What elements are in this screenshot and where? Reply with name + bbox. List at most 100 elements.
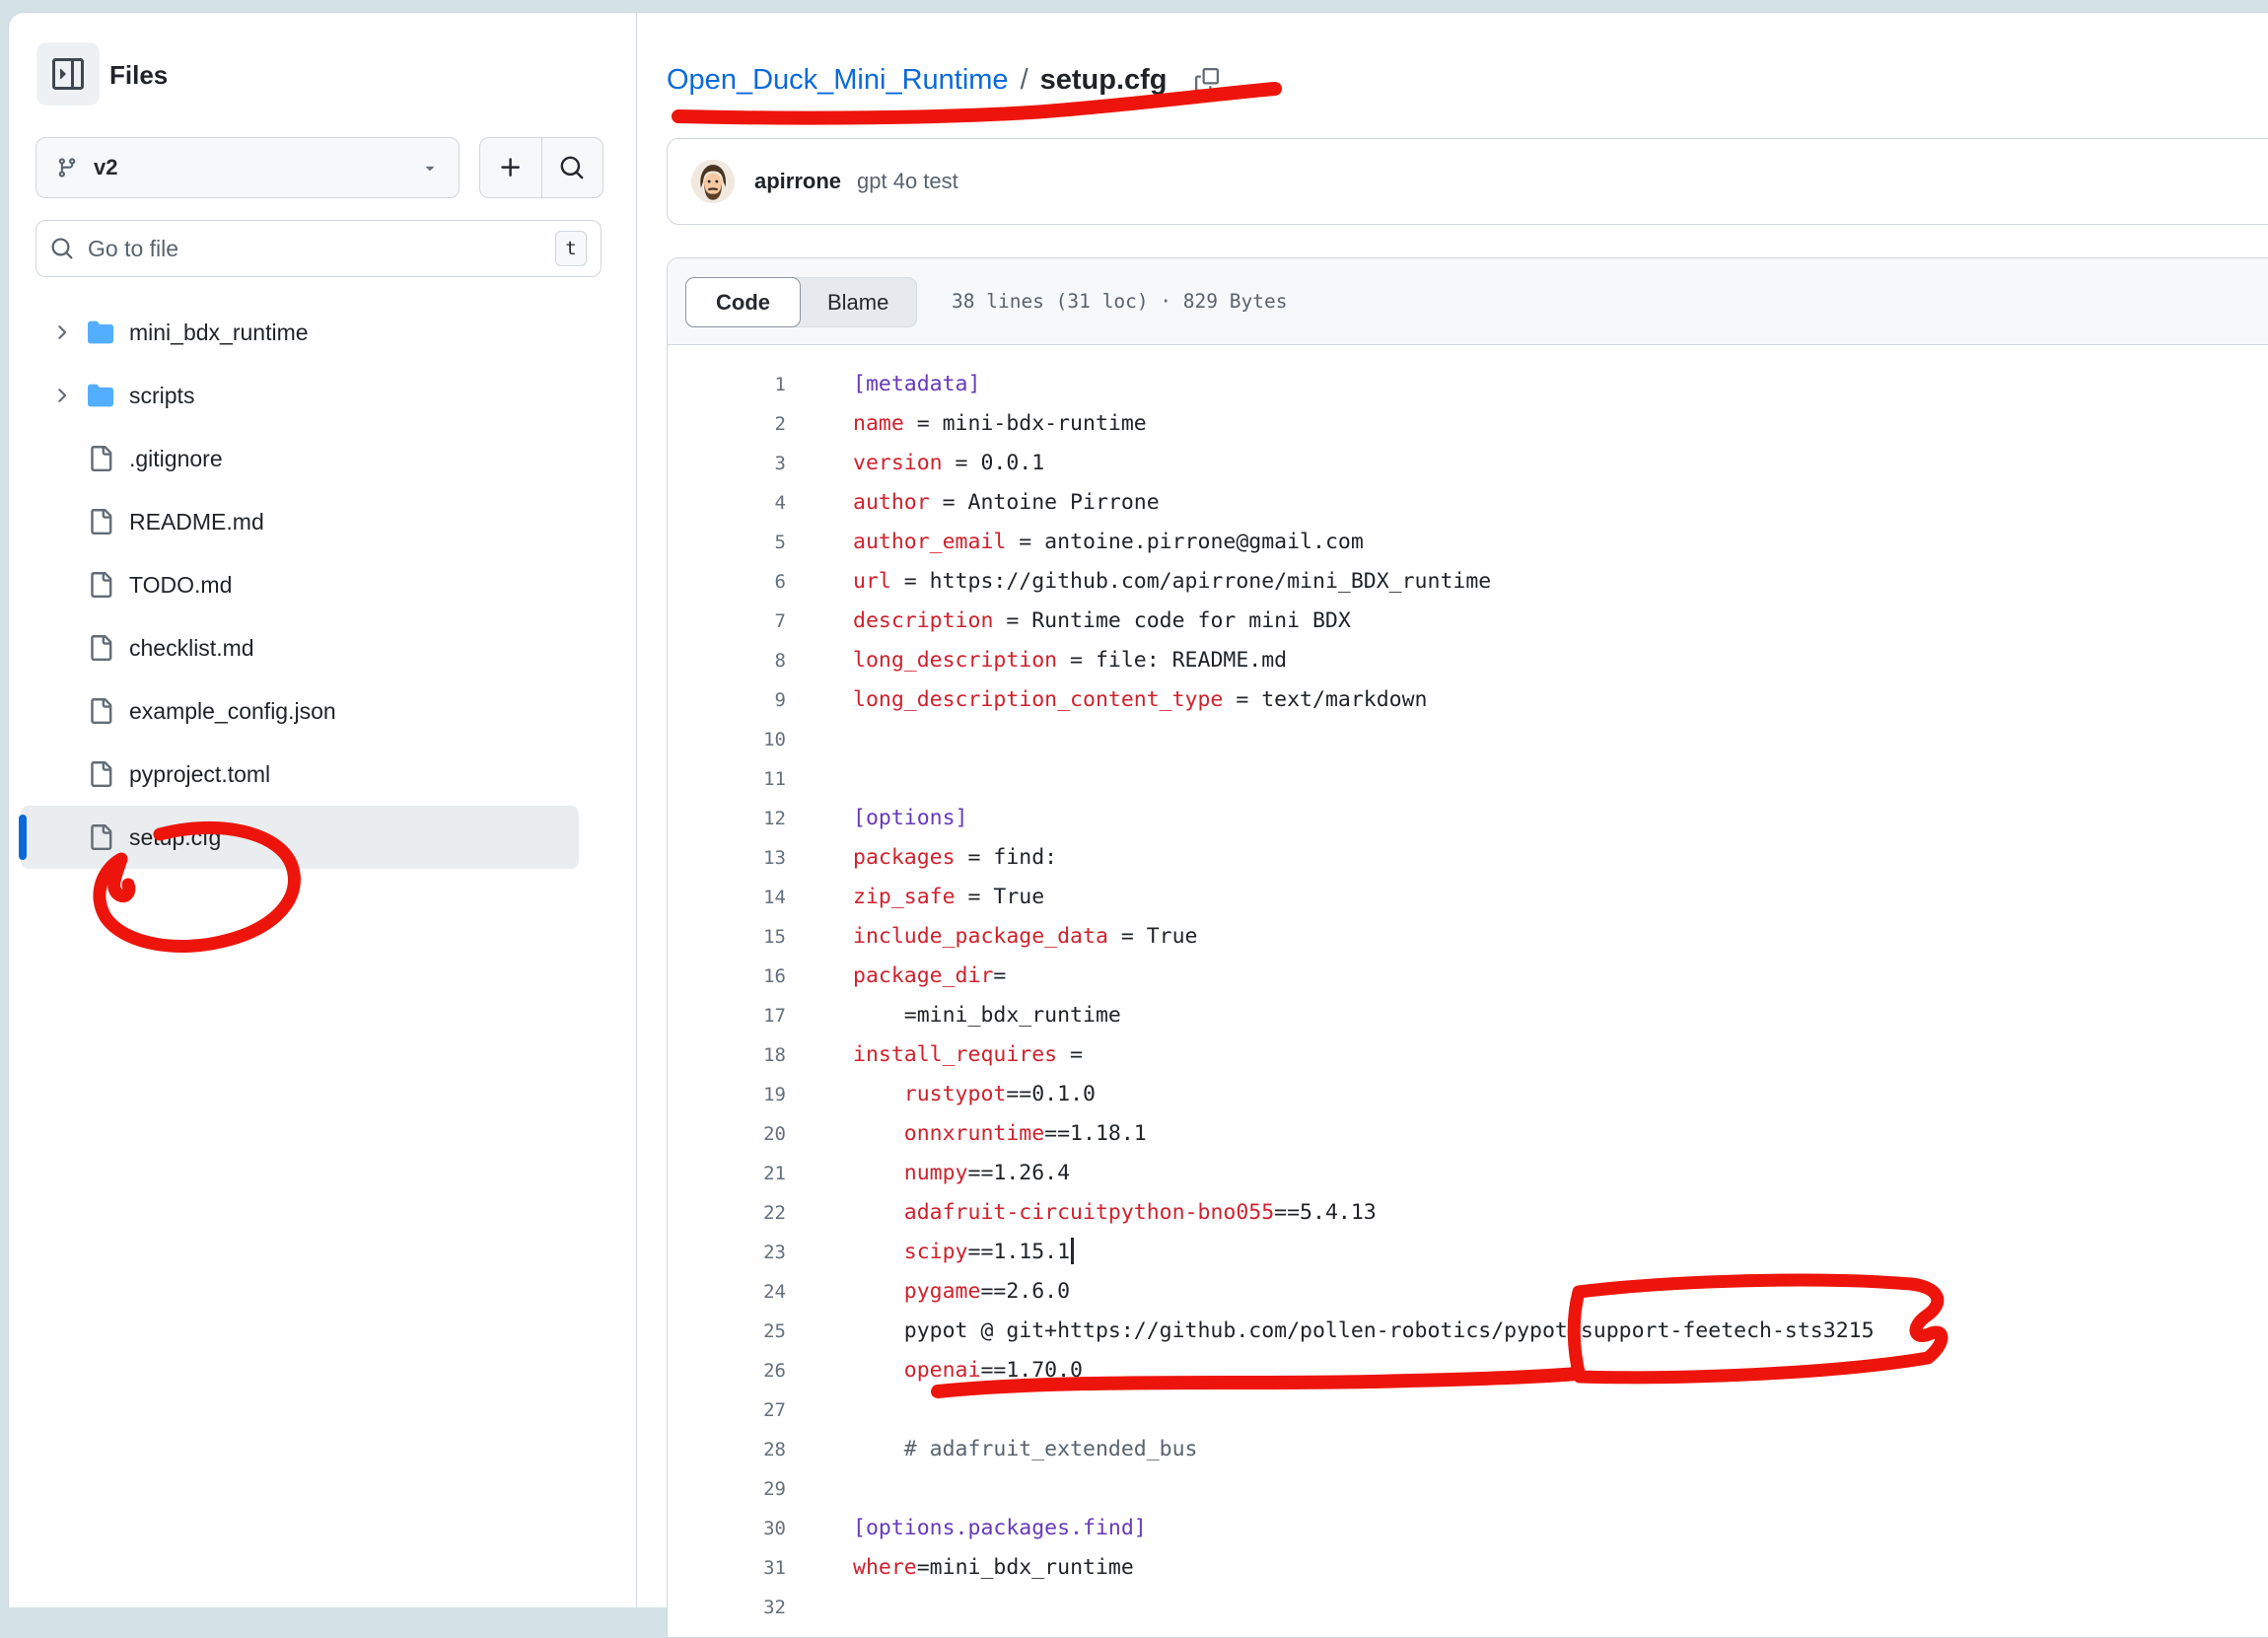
- new-file-button[interactable]: [480, 138, 541, 197]
- line-content: long_description = file: README.md: [853, 641, 1287, 680]
- code-line: 25 pypot @ git+https://github.com/pollen…: [668, 1312, 2268, 1351]
- file-name: setup.cfg: [129, 824, 221, 851]
- avatar: [691, 160, 735, 203]
- code-line: 30 [options.packages.find]: [668, 1509, 2268, 1548]
- line-number[interactable]: 16: [668, 957, 786, 996]
- line-number[interactable]: 10: [668, 720, 786, 759]
- line-number[interactable]: 2: [668, 404, 786, 444]
- line-number[interactable]: 22: [668, 1193, 786, 1233]
- line-number[interactable]: 23: [668, 1233, 786, 1272]
- line-number[interactable]: 12: [668, 799, 786, 838]
- line-number[interactable]: 13: [668, 838, 786, 878]
- line-number[interactable]: 17: [668, 996, 786, 1035]
- line-content: onnxruntime==1.18.1: [853, 1114, 1147, 1154]
- line-content: package_dir=: [853, 957, 1006, 996]
- code-line: 15 include_package_data = True: [668, 917, 2268, 957]
- line-number[interactable]: 6: [668, 562, 786, 602]
- file-tree-sidebar: Files v2 Go to file t mini_bdx_runtime: [9, 13, 637, 1607]
- tree-item-setup-cfg[interactable]: setup.cfg: [21, 806, 579, 869]
- line-number[interactable]: 31: [668, 1548, 786, 1588]
- line-number[interactable]: 11: [668, 759, 786, 799]
- line-content: version = 0.0.1: [853, 444, 1044, 483]
- line-number[interactable]: 5: [668, 523, 786, 562]
- line-number[interactable]: 15: [668, 917, 786, 957]
- file-name: scripts: [129, 383, 194, 409]
- go-to-file-input[interactable]: Go to file t: [35, 220, 602, 277]
- line-content: # adafruit_extended_bus: [853, 1430, 1198, 1469]
- tree-item-readme-md[interactable]: README.md: [21, 490, 579, 553]
- copy-path-button[interactable]: [1195, 68, 1219, 92]
- line-number[interactable]: 30: [668, 1509, 786, 1548]
- file-name: pyproject.toml: [129, 761, 270, 788]
- line-content: [options]: [853, 799, 968, 838]
- search-tree-button[interactable]: [541, 138, 603, 197]
- tree-item-example-config-json[interactable]: example_config.json: [21, 679, 579, 743]
- tree-item-scripts[interactable]: scripts: [21, 364, 579, 427]
- file-name: checklist.md: [129, 635, 254, 662]
- breadcrumb-file-name: setup.cfg: [1040, 64, 1168, 97]
- line-number[interactable]: 7: [668, 602, 786, 641]
- file-icon: [88, 446, 113, 471]
- line-content: author_email = antoine.pirrone@gmail.com: [853, 523, 1364, 562]
- breadcrumb-repo-link[interactable]: Open_Duck_Mini_Runtime: [667, 64, 1009, 97]
- code-line: 5 author_email = antoine.pirrone@gmail.c…: [668, 523, 2268, 562]
- code-line: 11: [668, 759, 2268, 799]
- line-number[interactable]: 32: [668, 1588, 786, 1627]
- line-number[interactable]: 8: [668, 641, 786, 680]
- line-number[interactable]: 25: [668, 1312, 786, 1351]
- line-content: include_package_data = True: [853, 917, 1198, 957]
- file-icon: [88, 635, 113, 661]
- code-blame-tabs: CodeBlame: [685, 277, 917, 327]
- line-number[interactable]: 1: [668, 365, 786, 404]
- git-branch-icon: [56, 157, 78, 178]
- sidebar-collapse-icon: [52, 58, 84, 90]
- collapse-sidebar-button[interactable]: [36, 42, 100, 106]
- file-icon: [88, 572, 113, 598]
- line-number[interactable]: 4: [668, 483, 786, 523]
- plus-icon: [498, 155, 524, 180]
- line-number[interactable]: 20: [668, 1114, 786, 1154]
- line-number[interactable]: 19: [668, 1075, 786, 1114]
- file-icon: [88, 824, 113, 850]
- line-content: =mini_bdx_runtime: [853, 996, 1121, 1035]
- line-content: install_requires =: [853, 1035, 1083, 1075]
- file-tree: mini_bdx_runtime scripts .gitignore READ…: [21, 301, 579, 869]
- line-number[interactable]: 29: [668, 1469, 786, 1509]
- latest-commit-bar[interactable]: apirrone gpt 4o test: [667, 138, 2268, 225]
- line-content: pypot @ git+https://github.com/pollen-ro…: [853, 1312, 1875, 1351]
- file-icon: [88, 761, 113, 787]
- line-number[interactable]: 3: [668, 444, 786, 483]
- file-name: mini_bdx_runtime: [129, 320, 309, 346]
- tree-item--gitignore[interactable]: .gitignore: [21, 427, 579, 490]
- code-line: 21 numpy==1.26.4: [668, 1154, 2268, 1193]
- line-number[interactable]: 27: [668, 1390, 786, 1430]
- sidebar-title: Files: [109, 60, 168, 91]
- line-number[interactable]: 21: [668, 1154, 786, 1193]
- branch-name: v2: [94, 155, 421, 180]
- tree-item-todo-md[interactable]: TODO.md: [21, 553, 579, 616]
- tree-actions-group: [479, 137, 603, 198]
- code-line: 18 install_requires =: [668, 1035, 2268, 1075]
- line-content: [metadata]: [853, 365, 980, 404]
- line-content: long_description_content_type = text/mar…: [853, 680, 1428, 720]
- line-number[interactable]: 9: [668, 680, 786, 720]
- line-number[interactable]: 18: [668, 1035, 786, 1075]
- line-number[interactable]: 14: [668, 878, 786, 917]
- code-line: 24 pygame==2.6.0: [668, 1272, 2268, 1312]
- line-number[interactable]: 28: [668, 1430, 786, 1469]
- tab-blame[interactable]: Blame: [800, 278, 916, 326]
- file-icon: [88, 698, 113, 724]
- code-line: 1 [metadata]: [668, 365, 2268, 404]
- code-line: 17 =mini_bdx_runtime: [668, 996, 2268, 1035]
- line-content: author = Antoine Pirrone: [853, 483, 1160, 523]
- branch-selector[interactable]: v2: [35, 137, 460, 198]
- tab-code[interactable]: Code: [685, 277, 801, 327]
- tree-item-pyproject-toml[interactable]: pyproject.toml: [21, 743, 579, 806]
- breadcrumb-separator: /: [1021, 64, 1028, 97]
- line-number[interactable]: 26: [668, 1351, 786, 1390]
- line-number[interactable]: 24: [668, 1272, 786, 1312]
- file-name: README.md: [129, 509, 264, 535]
- file-content-box: CodeBlame 38 lines (31 loc) · 829 Bytes …: [667, 257, 2268, 1638]
- tree-item-checklist-md[interactable]: checklist.md: [21, 616, 579, 679]
- tree-item-mini-bdx-runtime[interactable]: mini_bdx_runtime: [21, 301, 579, 364]
